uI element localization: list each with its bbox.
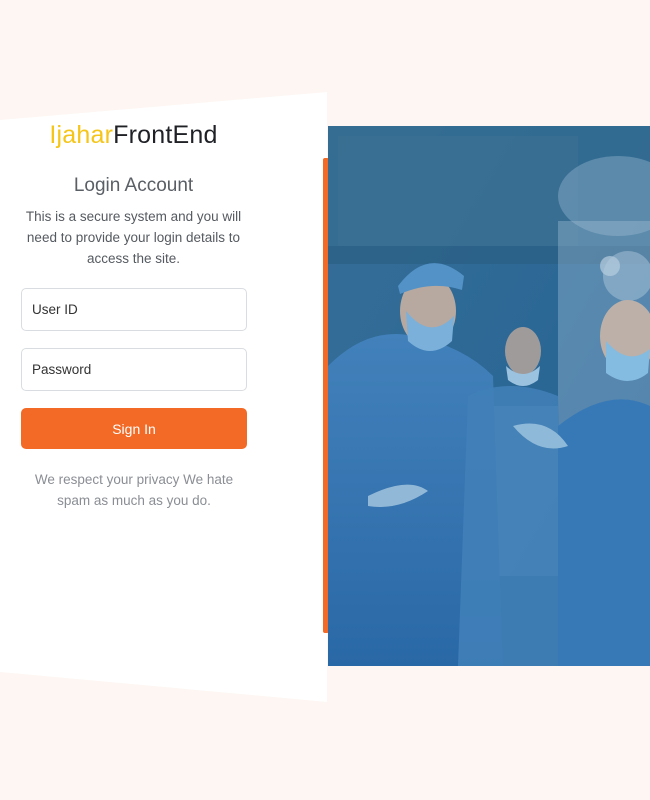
password-input[interactable]	[21, 348, 247, 391]
hero-image	[328, 126, 650, 666]
login-description: This is a secure system and you will nee…	[25, 209, 242, 266]
privacy-note: We respect your privacy We hate spam as …	[34, 472, 234, 508]
page: IjaharFrontEnd Login Account This is a s…	[0, 0, 650, 800]
brand-name-part1: Ijahar	[49, 121, 114, 149]
surgeons-photo-icon	[328, 126, 650, 666]
brand-logo: IjaharFrontEnd	[0, 121, 267, 150]
login-title: Login Account	[73, 175, 194, 196]
user-id-input[interactable]	[21, 288, 247, 331]
brand-name-part2: FrontEnd	[113, 121, 218, 149]
sign-in-button[interactable]: Sign In	[21, 408, 247, 449]
